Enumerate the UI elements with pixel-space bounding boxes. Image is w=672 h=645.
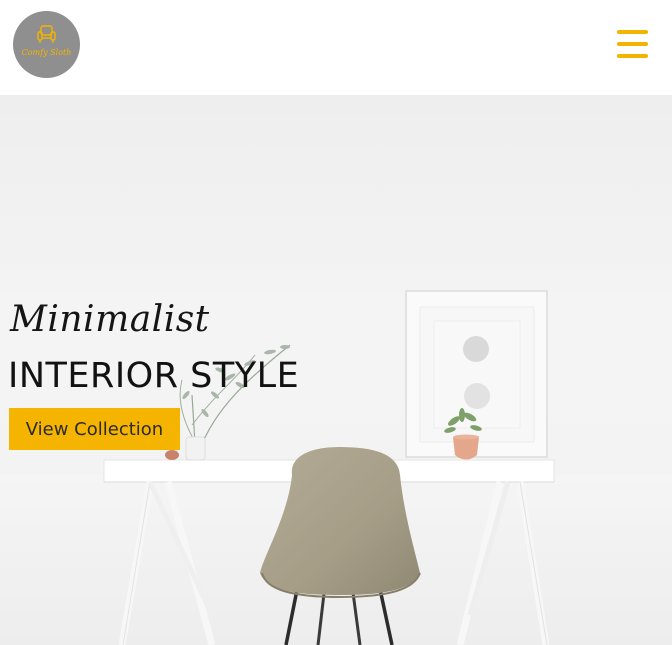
menu-button[interactable] xyxy=(611,28,649,62)
hero-banner: Minimalist INTERIOR STYLE View Collectio… xyxy=(0,95,672,645)
picture-frame xyxy=(405,290,548,458)
logo[interactable]: Comfy Sloth xyxy=(13,11,80,78)
site-header: Comfy Sloth xyxy=(0,0,672,95)
armchair-icon xyxy=(37,25,56,43)
hero-subtitle: Minimalist xyxy=(10,299,210,340)
hero-title: INTERIOR STYLE xyxy=(8,356,300,396)
hamburger-menu-icon xyxy=(617,30,648,34)
logo-text: Comfy Sloth xyxy=(21,48,72,57)
view-collection-button[interactable]: View Collection xyxy=(9,408,180,450)
